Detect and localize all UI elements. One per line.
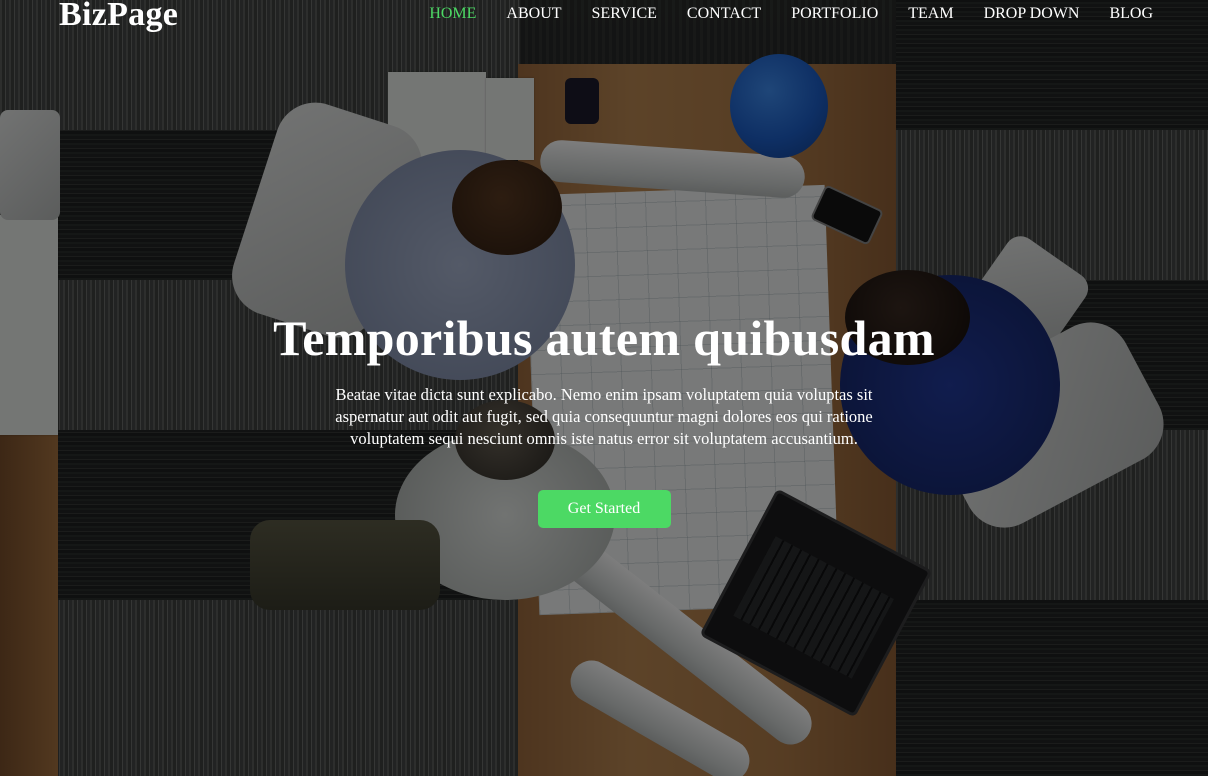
- main-nav: HOME ABOUT SERVICE CONTACT PORTFOLIO TEA…: [429, 5, 1153, 23]
- get-started-button[interactable]: Get Started: [537, 490, 671, 528]
- nav-link-blog[interactable]: BLOG: [1109, 5, 1153, 22]
- site-logo[interactable]: BizPage: [59, 0, 178, 33]
- nav-link-about[interactable]: ABOUT: [506, 5, 561, 22]
- nav-link-team[interactable]: TEAM: [908, 5, 953, 22]
- hero-section: BizPage HOME ABOUT SERVICE CONTACT PORTF…: [0, 0, 1208, 776]
- hero-content: Temporibus autem quibusdam Beatae vitae …: [0, 308, 1208, 528]
- nav-item-portfolio: PORTFOLIO: [791, 5, 878, 23]
- nav-item-service: SERVICE: [592, 5, 657, 23]
- nav-link-service[interactable]: SERVICE: [592, 5, 657, 22]
- nav-item-blog: BLOG: [1109, 5, 1153, 23]
- hero-title: Temporibus autem quibusdam: [273, 310, 935, 366]
- nav-item-drop-down: DROP DOWN: [984, 5, 1080, 23]
- nav-link-drop-down[interactable]: DROP DOWN: [984, 5, 1080, 22]
- nav-item-about: ABOUT: [506, 5, 561, 23]
- nav-link-portfolio[interactable]: PORTFOLIO: [791, 5, 878, 22]
- nav-item-home: HOME: [429, 5, 476, 23]
- nav-item-contact: CONTACT: [687, 5, 761, 23]
- nav-link-home[interactable]: HOME: [429, 5, 476, 22]
- nav-item-team: TEAM: [908, 5, 953, 23]
- hero-description: Beatae vitae dicta sunt explicabo. Nemo …: [335, 385, 873, 448]
- nav-link-contact[interactable]: CONTACT: [687, 5, 761, 22]
